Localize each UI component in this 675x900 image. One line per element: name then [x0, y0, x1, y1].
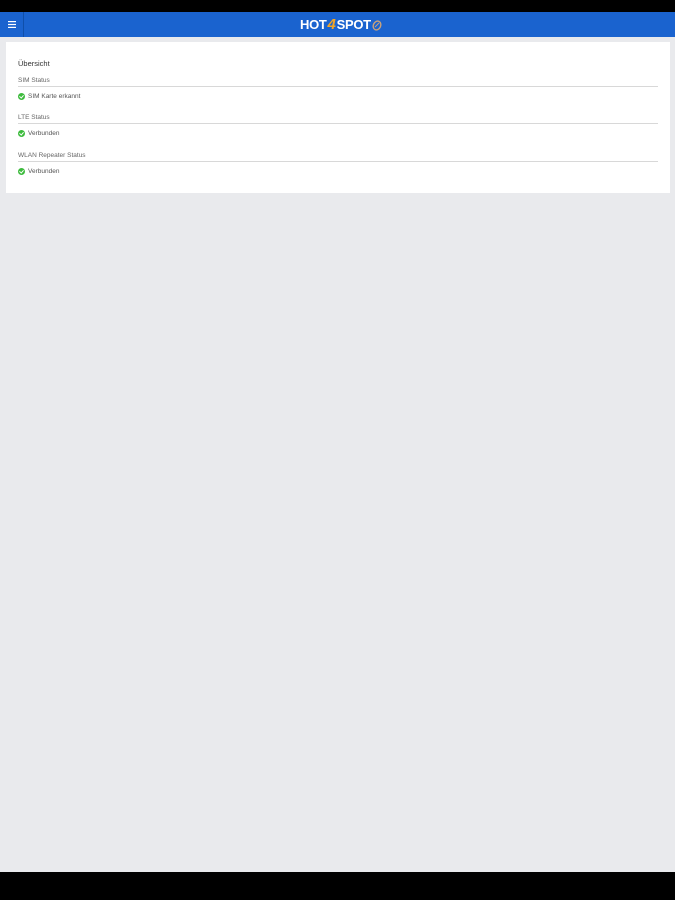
overview-title: Übersicht: [18, 59, 50, 68]
device-status-bar: [0, 0, 675, 12]
status-row: Verbunden: [18, 128, 658, 138]
status-row: SIM Karte erkannt: [18, 91, 658, 101]
status-row: Verbunden: [18, 166, 658, 176]
status-text: Verbunden: [28, 129, 60, 137]
status-text: Verbunden: [28, 167, 60, 175]
lte-status-section: LTE Status Verbunden: [18, 113, 658, 138]
sim-status-section: SIM Status SIM Karte erkannt: [18, 76, 658, 101]
app-screen: HOT 4 SPOT Übersicht SIM Status SIM Karte …: [0, 0, 675, 900]
divider: [18, 86, 658, 87]
status-text: SIM Karte erkannt: [28, 92, 81, 100]
logo-text-spot: SPOT: [336, 17, 372, 32]
divider: [18, 161, 658, 162]
check-circle-icon: [18, 129, 25, 137]
hot4spot-logo: HOT 4 SPOT: [300, 15, 382, 34]
menu-button[interactable]: [0, 12, 24, 37]
logo-mark-icon: [372, 19, 382, 31]
app-header: HOT 4 SPOT: [0, 12, 675, 37]
logo-text-four: 4: [327, 16, 336, 33]
hamburger-menu-icon: [7, 21, 16, 28]
wlan-repeater-status-section: WLAN Repeater Status Verbunden: [18, 151, 658, 176]
section-label: LTE Status: [18, 114, 50, 121]
section-label: WLAN Repeater Status: [18, 152, 86, 159]
check-circle-icon: [18, 92, 25, 100]
divider: [18, 123, 658, 124]
main-content: Übersicht SIM Status SIM Karte erkannt L…: [0, 37, 675, 872]
section-label: SIM Status: [18, 77, 50, 84]
logo-text-hot: HOT: [300, 17, 327, 32]
device-bottom-bar: [0, 872, 675, 900]
overview-card: Übersicht SIM Status SIM Karte erkannt L…: [6, 42, 670, 193]
check-circle-icon: [18, 167, 25, 175]
